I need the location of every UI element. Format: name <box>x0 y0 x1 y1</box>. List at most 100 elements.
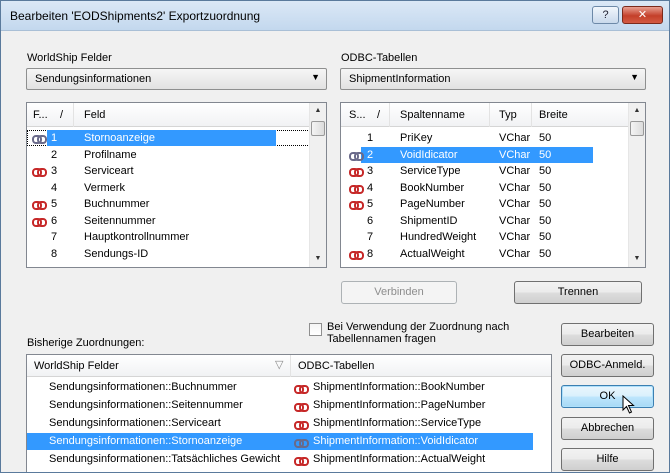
list-item[interactable]: 5 Buchnummer <box>27 196 310 212</box>
mapping-worldship-field: Sendungsinformationen::Buchnummer <box>49 381 237 393</box>
edit-button[interactable]: Bearbeiten <box>561 323 654 346</box>
list-item[interactable]: 3 ServiceType VChar 50 <box>341 163 629 179</box>
link-chain-icon <box>32 200 47 210</box>
odbc-tables-label: ODBC-Tabellen <box>341 52 418 64</box>
column-header-number[interactable]: F... <box>33 109 48 121</box>
column-type: VChar <box>499 132 531 144</box>
column-width: 50 <box>539 148 552 161</box>
column-header-number[interactable]: S... <box>349 109 366 121</box>
field-number: 2 <box>51 148 58 161</box>
table-row[interactable]: Sendungsinformationen::Seitennummer Shipm… <box>27 397 533 414</box>
column-header-type[interactable]: Typ <box>499 109 517 121</box>
link-chain-icon <box>294 456 309 466</box>
column-number: 1 <box>367 132 374 144</box>
column-header-column-name[interactable]: Spaltenname <box>400 109 465 121</box>
worldship-category-select[interactable]: Sendungsinformationen ▼ <box>26 68 327 90</box>
column-type: VChar <box>499 148 531 161</box>
link-chain-icon <box>32 217 47 227</box>
column-number: 6 <box>367 214 374 227</box>
odbc-table-select[interactable]: ShipmentInformation ▼ <box>340 68 646 90</box>
existing-mappings-list[interactable]: WorldShip Felder ▽ ODBC-Tabellen Sendung… <box>26 354 552 472</box>
list-item[interactable]: 4 Vermerk <box>27 180 310 196</box>
mapping-worldship-field: Sendungsinformationen::Tatsächliches Gew… <box>49 453 281 465</box>
title-bar[interactable]: Bearbeiten 'EODShipments2' Exportzuordnu… <box>1 1 669 31</box>
worldship-fields-label: WorldShip Felder <box>27 52 112 64</box>
list-header: F... / Feld <box>27 103 309 127</box>
odbc-columns-list[interactable]: S... / Spaltenname Typ Breite 1 PriKey VCh… <box>340 102 646 268</box>
link-chain-icon <box>294 402 309 412</box>
list-item[interactable]: 7 Hauptkontrollnummer <box>27 229 310 245</box>
connect-button[interactable]: Verbinden <box>341 281 457 304</box>
scroll-down-icon[interactable]: ▼ <box>629 251 645 267</box>
ask-table-name-label: Bei Verwendung der Zuordnung nach Tabell… <box>327 321 509 345</box>
field-name: Serviceart <box>84 165 134 177</box>
column-number: 5 <box>367 198 374 210</box>
scroll-up-icon[interactable]: ▲ <box>310 103 326 119</box>
column-type: VChar <box>499 198 531 210</box>
list-item[interactable]: 8 ActualWeight VChar 50 <box>341 246 629 262</box>
field-number: 7 <box>51 231 58 243</box>
odbc-table-value: ShipmentInformation <box>349 73 451 85</box>
field-name: Stornoanzeige <box>84 132 155 144</box>
vertical-scrollbar[interactable]: ▲ ▼ <box>309 103 326 267</box>
column-width: 50 <box>539 132 552 144</box>
table-row[interactable]: Sendungsinformationen::Serviceart Shipmen… <box>27 415 533 432</box>
ask-table-name-checkbox[interactable] <box>309 323 322 336</box>
sort-indicator: / <box>60 109 64 121</box>
mapping-odbc-column: ShipmentInformation::BookNumber <box>313 381 485 393</box>
mapping-odbc-column: ShipmentInformation::PageNumber <box>313 399 486 411</box>
mapping-worldship-field: Sendungsinformationen::Seitennummer <box>49 399 243 411</box>
ok-button[interactable]: OK <box>561 385 654 408</box>
column-header-width[interactable]: Breite <box>539 109 568 121</box>
disconnect-button[interactable]: Trennen <box>514 281 642 304</box>
link-chain-icon <box>349 151 364 161</box>
link-chain-icon <box>294 384 309 394</box>
table-row[interactable]: Sendungsinformationen::Buchnummer Shipmen… <box>27 379 533 396</box>
table-row[interactable]: Sendungsinformationen::Stornoanzeige Ship… <box>27 433 533 450</box>
odbc-login-button[interactable]: ODBC-Anmeld. <box>561 354 654 377</box>
list-item[interactable]: 1 PriKey VChar 50 <box>341 130 629 146</box>
list-item[interactable]: 2 Profilname <box>27 147 310 163</box>
list-item[interactable]: 5 PageNumber VChar 50 <box>341 196 629 212</box>
worldship-category-value: Sendungsinformationen <box>35 73 152 85</box>
help-title-button[interactable]: ? <box>592 6 619 24</box>
scroll-thumb[interactable] <box>311 121 325 136</box>
list-item[interactable]: 6 ShipmentID VChar 50 <box>341 213 629 229</box>
column-name: ServiceType <box>400 165 461 177</box>
list-item[interactable]: 8 Sendungs-ID <box>27 246 310 262</box>
field-number: 3 <box>51 165 58 177</box>
selection-highlight <box>47 130 276 146</box>
column-number: 7 <box>367 231 374 243</box>
field-number: 5 <box>51 198 58 210</box>
column-header-field[interactable]: Feld <box>84 109 105 121</box>
field-number: 6 <box>51 214 58 227</box>
scroll-down-icon[interactable]: ▼ <box>310 251 326 267</box>
close-button[interactable]: ✕ <box>622 6 663 24</box>
table-row[interactable]: Sendungsinformationen::Tatsächliches Gew… <box>27 451 533 468</box>
column-header-worldship[interactable]: WorldShip Felder <box>34 360 119 372</box>
list-item[interactable]: 6 Seitennummer <box>27 213 310 229</box>
sort-indicator: / <box>377 109 381 121</box>
list-item[interactable]: 4 BookNumber VChar 50 <box>341 180 629 196</box>
mouse-cursor-icon <box>622 395 635 414</box>
scroll-up-icon[interactable]: ▲ <box>629 103 645 119</box>
list-item[interactable]: 3 Serviceart <box>27 163 310 179</box>
cancel-button[interactable]: Abbrechen <box>561 417 654 440</box>
mapping-worldship-field: Sendungsinformationen::Serviceart <box>49 417 221 429</box>
column-number: 8 <box>367 247 374 260</box>
column-width: 50 <box>539 198 552 210</box>
column-header-odbc[interactable]: ODBC-Tabellen <box>298 360 374 372</box>
column-width: 50 <box>539 231 552 243</box>
list-item[interactable]: 7 HundredWeight VChar 50 <box>341 229 629 245</box>
mapping-odbc-column: ShipmentInformation::ActualWeight <box>313 453 486 465</box>
list-item[interactable]: 2 VoidIdicator VChar 50 <box>341 146 629 163</box>
list-item[interactable]: 1 Stornoanzeige <box>27 130 310 146</box>
ask-table-name-line2: Tabellennamen fragen <box>327 333 436 345</box>
field-number: 8 <box>51 247 58 260</box>
window-title: Bearbeiten 'EODShipments2' Exportzuordnu… <box>10 9 261 23</box>
help-button[interactable]: Hilfe <box>561 448 654 471</box>
worldship-fields-list[interactable]: F... / Feld 1 Stornoanzeige 2 Profilname 3 Se… <box>26 102 327 268</box>
vertical-scrollbar[interactable]: ▲ ▼ <box>628 103 645 267</box>
list-header: S... / Spaltenname Typ Breite <box>341 103 628 127</box>
scroll-thumb[interactable] <box>630 121 644 136</box>
